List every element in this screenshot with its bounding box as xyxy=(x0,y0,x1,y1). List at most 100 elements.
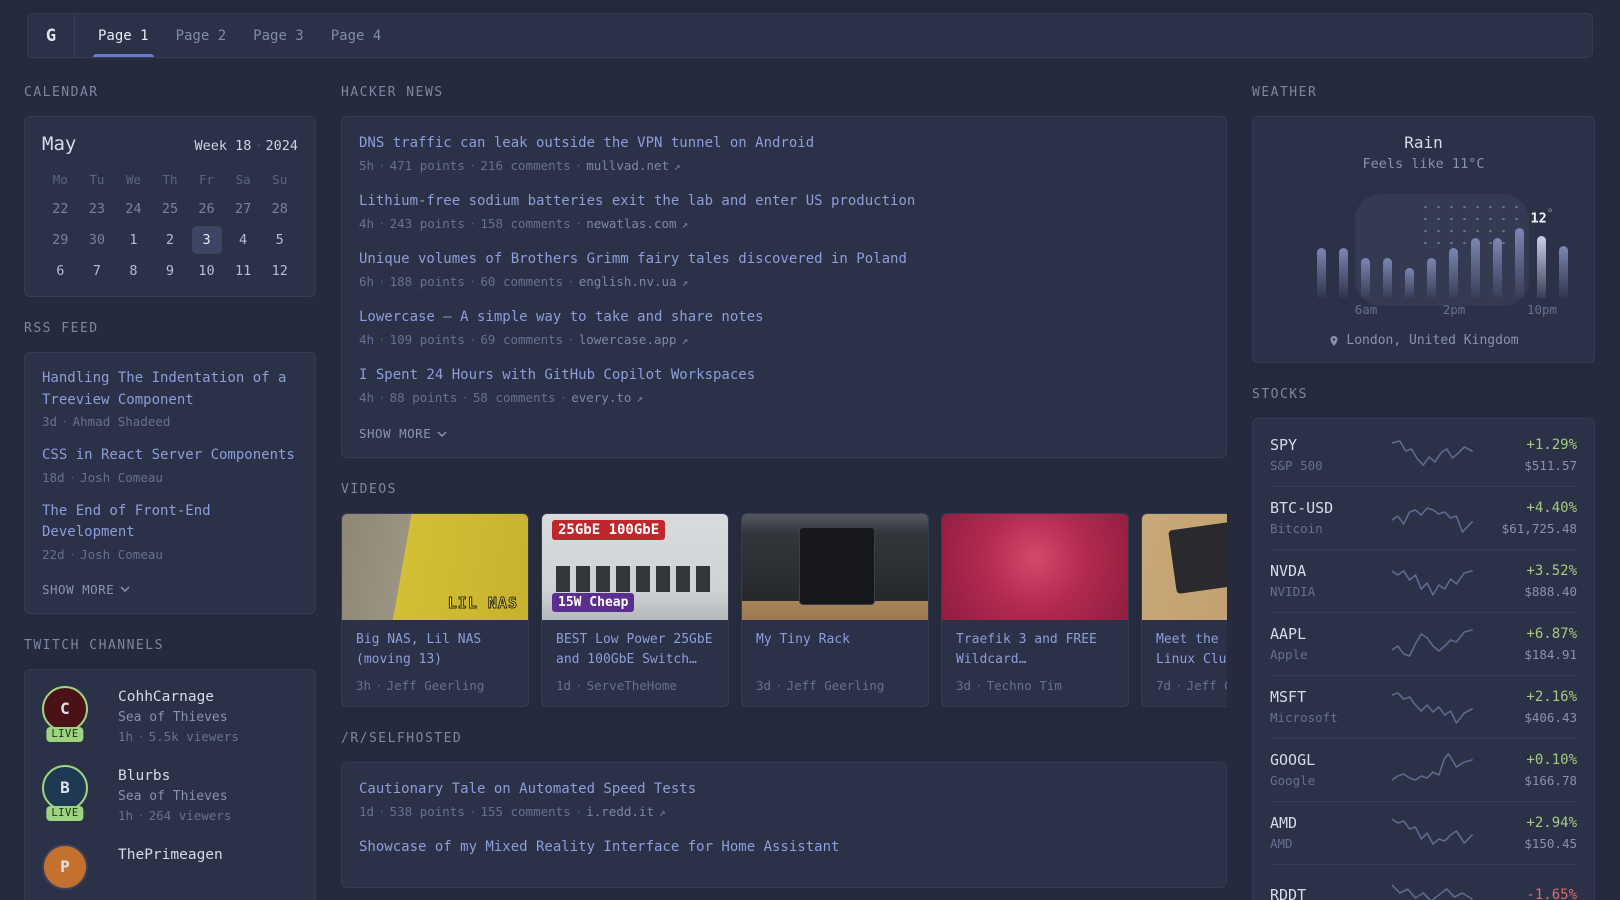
right-column: WEATHER Rain Feels like 11°C 12° 6am 2pm… xyxy=(1252,85,1595,900)
video-card[interactable]: 25GbE 100GbE 15W Cheap BEST Low Power 25… xyxy=(541,513,729,707)
calendar-day-selected: 3 xyxy=(188,224,225,255)
calendar-day: 30 xyxy=(88,231,105,248)
hn-item: Unique volumes of Brothers Grimm fairy t… xyxy=(359,248,1209,293)
stock-row[interactable]: AAPL Apple +6.87% $184.91 xyxy=(1270,612,1577,675)
video-title[interactable]: Meet the fastest Linux Cluster xyxy=(1156,630,1227,670)
stock-row[interactable]: NVDA NVIDIA +3.52% $888.40 xyxy=(1270,549,1577,612)
stock-price: $150.45 xyxy=(1524,836,1577,851)
weekday-label: Mo xyxy=(52,172,68,187)
middle-column: HACKER NEWS DNS traffic can leak outside… xyxy=(341,85,1227,900)
twitch-channel-row[interactable]: C LIVE CohhCarnage Sea of Thieves 1h · 5.5… xyxy=(42,685,298,748)
top-navigation-bar: G Page 1 Page 2 Page 3 Page 4 xyxy=(27,13,1593,58)
stock-row[interactable]: GOOGL Google +0.10% $166.78 xyxy=(1270,738,1577,801)
stock-name: S&P 500 xyxy=(1270,458,1323,473)
stock-row[interactable]: RDDT -1.65% xyxy=(1270,864,1577,900)
weekday-label: Su xyxy=(272,172,288,187)
reddit-item: Cautionary Tale on Automated Speed Tests… xyxy=(359,778,1209,823)
hn-item-title[interactable]: Unique volumes of Brothers Grimm fairy t… xyxy=(359,248,1209,271)
rss-item-meta: 3d · Ahmad Shadeed xyxy=(42,414,171,429)
chevron-down-icon xyxy=(120,586,130,592)
thumbnail-text: 15W Cheap xyxy=(552,593,635,612)
twitch-channel-viewers: 1h · 264 viewers xyxy=(118,807,232,823)
calendar-week-year: Week 18 · 2024 xyxy=(194,138,298,154)
video-thumbnail[interactable]: FA xyxy=(1142,514,1227,620)
stock-change: +6.87% xyxy=(1526,626,1577,642)
twitch-channel-name: ThePrimeagen xyxy=(118,846,223,863)
rss-show-more-button[interactable]: SHOW MORE xyxy=(42,582,130,597)
hn-show-more-button[interactable]: SHOW MORE xyxy=(359,426,447,441)
calendar-day: 23 xyxy=(88,200,105,217)
external-link-icon xyxy=(677,274,689,289)
twitch-section-label: TWITCH CHANNELS xyxy=(24,637,164,653)
reddit-item-title[interactable]: Cautionary Tale on Automated Speed Tests xyxy=(359,778,1209,801)
video-title[interactable]: My Tiny Rack xyxy=(756,630,914,670)
video-title[interactable]: Traefik 3 and FREE Wildcard… xyxy=(956,630,1114,670)
live-badge: LIVE xyxy=(46,805,84,821)
hn-item-meta: 4h · 88 points · 58 comments · every.to xyxy=(359,387,1209,409)
reddit-item-title[interactable]: Showcase of my Mixed Reality Interface f… xyxy=(359,836,1209,859)
rss-item-title[interactable]: Handling The Indentation of a Treeview C… xyxy=(42,368,298,411)
external-link-icon xyxy=(677,332,689,347)
video-thumbnail[interactable] xyxy=(942,514,1128,620)
stock-row[interactable]: AMD AMD +2.94% $150.45 xyxy=(1270,801,1577,864)
weather-hourly-chart: 12° xyxy=(1317,194,1568,306)
twitch-channel-game: Sea of Thieves xyxy=(118,709,228,725)
rss-item-title[interactable]: The End of Front-End Development xyxy=(42,501,298,544)
weather-condition: Rain xyxy=(1404,133,1443,152)
stock-row[interactable]: MSFT Microsoft +2.16% $406.43 xyxy=(1270,675,1577,738)
external-link-icon xyxy=(677,216,689,231)
hn-item-title[interactable]: DNS traffic can leak outside the VPN tun… xyxy=(359,132,1209,155)
calendar-day: 25 xyxy=(161,200,179,217)
twitch-channel-viewers: 1h · 5.5k viewers xyxy=(118,728,239,744)
video-thumbnail[interactable] xyxy=(742,514,928,620)
reddit-item: Showcase of my Mixed Reality Interface f… xyxy=(359,836,1209,859)
weather-location: London, United Kingdom xyxy=(1269,333,1578,348)
video-title[interactable]: BEST Low Power 25GbE and 100GbE Switch… xyxy=(556,630,714,670)
video-meta: 7d·Jeff Geerling xyxy=(1156,678,1227,693)
rss-item: Handling The Indentation of a Treeview C… xyxy=(42,368,298,432)
app-logo[interactable]: G xyxy=(28,14,74,57)
stock-change: +3.52% xyxy=(1526,563,1577,579)
stock-row[interactable]: BTC-USD Bitcoin +4.40% $61,725.48 xyxy=(1270,486,1577,549)
calendar-month: May xyxy=(42,133,77,155)
stock-name: Apple xyxy=(1270,647,1308,662)
weather-feels-like: Feels like 11°C xyxy=(1362,156,1485,172)
video-card[interactable]: My Tiny Rack 3d · Jeff Geerling xyxy=(741,513,929,707)
twitch-channel-row[interactable]: P ThePrimeagen xyxy=(42,843,298,900)
twitch-channel-row[interactable]: B LIVE Blurbs Sea of Thieves 1h · 264 view… xyxy=(42,764,298,827)
calendar-day: 5 xyxy=(275,231,284,248)
weather-axis-labels: 6am 2pm 10pm xyxy=(1354,302,1558,317)
video-thumbnail[interactable]: LIL NAS xyxy=(342,514,528,620)
rss-item-title[interactable]: CSS in React Server Components xyxy=(42,445,298,467)
weather-bar xyxy=(1493,238,1502,298)
tab-page-1[interactable]: Page 1 xyxy=(93,14,154,57)
video-title[interactable]: Big NAS, Lil NAS (moving 13) xyxy=(356,630,514,670)
video-meta: 1d · ServeTheHome xyxy=(556,678,677,693)
video-thumbnail[interactable]: 25GbE 100GbE 15W Cheap xyxy=(542,514,728,620)
hn-item-meta: 4h · 109 points · 69 comments · lowercase.app xyxy=(359,329,1209,351)
hn-item-title[interactable]: Lowercase – A simple way to take and sha… xyxy=(359,306,1209,329)
stock-name: Google xyxy=(1270,773,1316,788)
calendar-day: 6 xyxy=(56,262,65,279)
hn-item-title[interactable]: I Spent 24 Hours with GitHub Copilot Wor… xyxy=(359,364,1209,387)
hn-item-meta: 5h · 471 points · 216 comments · mullvad.net xyxy=(359,155,1209,177)
video-card[interactable]: Traefik 3 and FREE Wildcard… 3d · Techno T… xyxy=(941,513,1129,707)
weather-bar xyxy=(1383,258,1392,298)
tab-page-2[interactable]: Page 2 xyxy=(176,14,227,57)
hn-item: I Spent 24 Hours with GitHub Copilot Wor… xyxy=(359,364,1209,409)
videos-carousel: LIL NAS Big NAS, Lil NAS (moving 13) 3h ·… xyxy=(341,513,1227,707)
video-card[interactable]: LIL NAS Big NAS, Lil NAS (moving 13) 3h ·… xyxy=(341,513,529,707)
stock-symbol: BTC-USD xyxy=(1270,499,1334,517)
videos-section: VIDEOS LIL NAS Big NAS, Lil NAS (moving … xyxy=(341,482,1227,707)
weather-bar xyxy=(1515,228,1524,298)
tab-page-3[interactable]: Page 3 xyxy=(253,14,304,57)
stock-symbol: NVDA xyxy=(1270,562,1307,580)
twitch-channel-info: ThePrimeagen xyxy=(118,844,223,900)
tab-page-4[interactable]: Page 4 xyxy=(331,14,382,57)
stock-symbol: AMD xyxy=(1270,814,1298,832)
stock-row[interactable]: SPY S&P 500 +1.29% $511.57 xyxy=(1270,424,1577,486)
video-card[interactable]: FA Meet the fastest Linux Cluster 7d·Jef… xyxy=(1141,513,1227,707)
dashboard-grid: CALENDAR May Week 18 · 2024 Mo Tu We Th Fr… xyxy=(0,58,1620,900)
hn-item-title[interactable]: Lithium-free sodium batteries exit the l… xyxy=(359,190,1209,213)
calendar-day: 12 xyxy=(271,262,288,279)
